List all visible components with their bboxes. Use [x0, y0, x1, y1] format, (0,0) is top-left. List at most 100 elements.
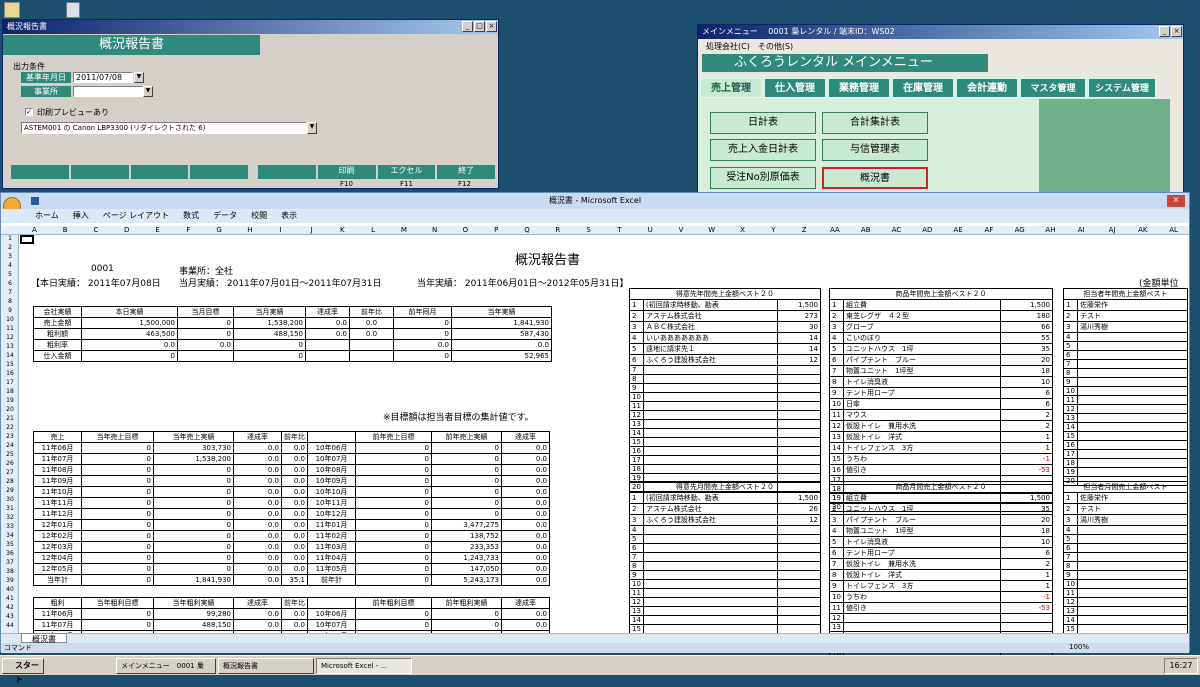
ranking-cell[interactable]: トイレフェンス 3方	[843, 442, 1001, 454]
date-field[interactable]: 2011/07/08	[73, 72, 133, 83]
ranking-cell[interactable]	[1077, 597, 1188, 607]
ranking-cell[interactable]: 17	[629, 455, 644, 465]
table-cell[interactable]: 粗利率	[33, 339, 82, 351]
table-cell[interactable]: 前年粗利目標	[355, 597, 432, 609]
ranking-cell[interactable]: 2	[629, 310, 644, 322]
ranking-cell[interactable]	[776, 588, 822, 598]
ranking-cell[interactable]: 値引き	[843, 464, 1001, 476]
ranking-cell[interactable]: 12	[1063, 404, 1078, 414]
ranking-cell[interactable]: ＡＢＣ株式会社	[643, 321, 778, 333]
table-cell[interactable]: 12年05月	[33, 563, 82, 575]
ranking-cell[interactable]: 9	[629, 383, 644, 393]
ranking-cell[interactable]	[776, 525, 822, 535]
table-cell[interactable]: 0.0	[233, 574, 282, 586]
table-cell[interactable]: 303,730	[153, 442, 234, 454]
table-cell[interactable]: 0.0	[501, 552, 550, 564]
ranking-cell[interactable]: 10	[1063, 386, 1078, 396]
column-header[interactable]: AI	[1066, 226, 1097, 234]
column-header[interactable]: K	[327, 226, 358, 234]
ranking-cell[interactable]: 66	[999, 321, 1054, 333]
ranking-cell[interactable]: ユニットハウス 1坪	[843, 343, 1001, 355]
table-cell[interactable]: 11年01月	[307, 519, 356, 531]
ranking-cell[interactable]	[643, 383, 778, 393]
ranking-cell[interactable]: -53	[999, 464, 1054, 476]
table-cell[interactable]: 達成率	[501, 597, 550, 609]
table-cell[interactable]: 0	[81, 552, 154, 564]
table-cell[interactable]: 0.0	[349, 328, 394, 340]
ranking-cell[interactable]: 8	[829, 376, 844, 388]
table-cell[interactable]: 0.0	[501, 486, 550, 498]
table-cell[interactable]: 0	[393, 317, 452, 329]
ranking-cell[interactable]: 4	[1063, 332, 1078, 342]
row-header[interactable]: 6	[1, 280, 19, 289]
table-cell[interactable]: 0.0	[233, 541, 282, 553]
table-cell[interactable]: 0	[81, 464, 154, 476]
close-button[interactable]: ×	[1171, 26, 1182, 37]
ranking-cell[interactable]: 湯川秀樹	[1077, 321, 1188, 333]
ranking-cell[interactable]: 物置ユニット 1坪型	[843, 365, 1001, 377]
ranking-cell[interactable]	[643, 455, 778, 465]
table-cell[interactable]: 0.0	[305, 317, 350, 329]
total-summary-button[interactable]: 合計集計表	[822, 112, 928, 134]
ranking-cell[interactable]: 3	[629, 514, 644, 526]
sales-receipt-daily-button[interactable]: 売上入金日計表	[710, 139, 816, 161]
ranking-cell[interactable]	[1077, 534, 1188, 544]
ranking-cell[interactable]: 10	[629, 579, 644, 589]
table-cell[interactable]: 0.0	[233, 508, 282, 520]
ranking-cell[interactable]: 5	[829, 343, 844, 355]
table-cell[interactable]: 0.0	[501, 453, 550, 465]
column-header[interactable]: D	[111, 226, 142, 234]
ranking-cell[interactable]: 180	[999, 310, 1054, 322]
table-cell[interactable]: 10年09月	[307, 475, 356, 487]
ranking-cell[interactable]: 4	[1063, 525, 1078, 535]
table-cell[interactable]: 0.0	[281, 619, 308, 631]
row-header[interactable]: 15	[1, 361, 19, 370]
table-cell[interactable]: 0.0	[177, 339, 234, 351]
table-cell[interactable]: 0.0	[501, 619, 550, 631]
ranking-cell[interactable]: グローブ	[843, 321, 1001, 333]
ranking-cell[interactable]	[1077, 377, 1188, 387]
ranking-cell[interactable]	[776, 446, 822, 456]
column-header[interactable]: T	[604, 226, 635, 234]
table-cell[interactable]: 0	[81, 508, 154, 520]
order-cost-button[interactable]: 受注No別原価表	[710, 167, 816, 189]
table-cell[interactable]: 達成率	[233, 597, 282, 609]
ranking-cell[interactable]	[843, 622, 1001, 632]
ranking-cell[interactable]: 10	[629, 392, 644, 402]
ranking-cell[interactable]: ユニットハウス 1坪	[843, 503, 1001, 515]
column-header[interactable]: R	[542, 226, 573, 234]
ranking-cell[interactable]	[776, 615, 822, 625]
table-cell[interactable]: 0	[355, 508, 432, 520]
ranking-cell[interactable]	[643, 401, 778, 411]
ranking-cell[interactable]	[776, 410, 822, 420]
table-cell[interactable]: 11年10月	[33, 486, 82, 498]
table-cell[interactable]: 当年粗利実績	[153, 597, 234, 609]
ranking-cell[interactable]: (初回請求時移動、勘表	[643, 299, 778, 311]
row-header[interactable]: 39	[1, 577, 19, 586]
row-header[interactable]: 13	[1, 343, 19, 352]
table-cell[interactable]: 0	[355, 464, 432, 476]
table-cell[interactable]: 0.0	[393, 339, 452, 351]
ranking-cell[interactable]	[776, 552, 822, 562]
table-cell[interactable]: 0	[81, 519, 154, 531]
ranking-cell[interactable]: 仮設トイレ 洋式	[843, 569, 1001, 581]
ranking-cell[interactable]: 6	[629, 543, 644, 553]
ranking-cell[interactable]: 8	[629, 374, 644, 384]
row-header[interactable]: 31	[1, 505, 19, 514]
ranking-cell[interactable]: 6	[999, 387, 1054, 399]
ranking-cell[interactable]: 3	[629, 321, 644, 333]
ranking-cell[interactable]: 13	[629, 419, 644, 429]
table-cell[interactable]: 11年02月	[307, 530, 356, 542]
ranking-cell[interactable]: -1	[999, 591, 1054, 603]
table-cell[interactable]: 0.0	[233, 486, 282, 498]
taskbar-item-excel[interactable]: Microsoft Excel - ...	[316, 658, 412, 674]
table-cell[interactable]: 0.0	[501, 519, 550, 531]
ranking-cell[interactable]	[1077, 341, 1188, 351]
table-cell[interactable]: 前年比	[281, 431, 308, 443]
table-cell[interactable]: 0	[81, 475, 154, 487]
ranking-cell[interactable]: 18	[629, 464, 644, 474]
column-header[interactable]: AA	[820, 226, 851, 234]
ranking-cell[interactable]: 組立費	[843, 492, 1001, 504]
ranking-cell[interactable]: テント用ロープ	[843, 547, 1001, 559]
row-header[interactable]: 23	[1, 433, 19, 442]
